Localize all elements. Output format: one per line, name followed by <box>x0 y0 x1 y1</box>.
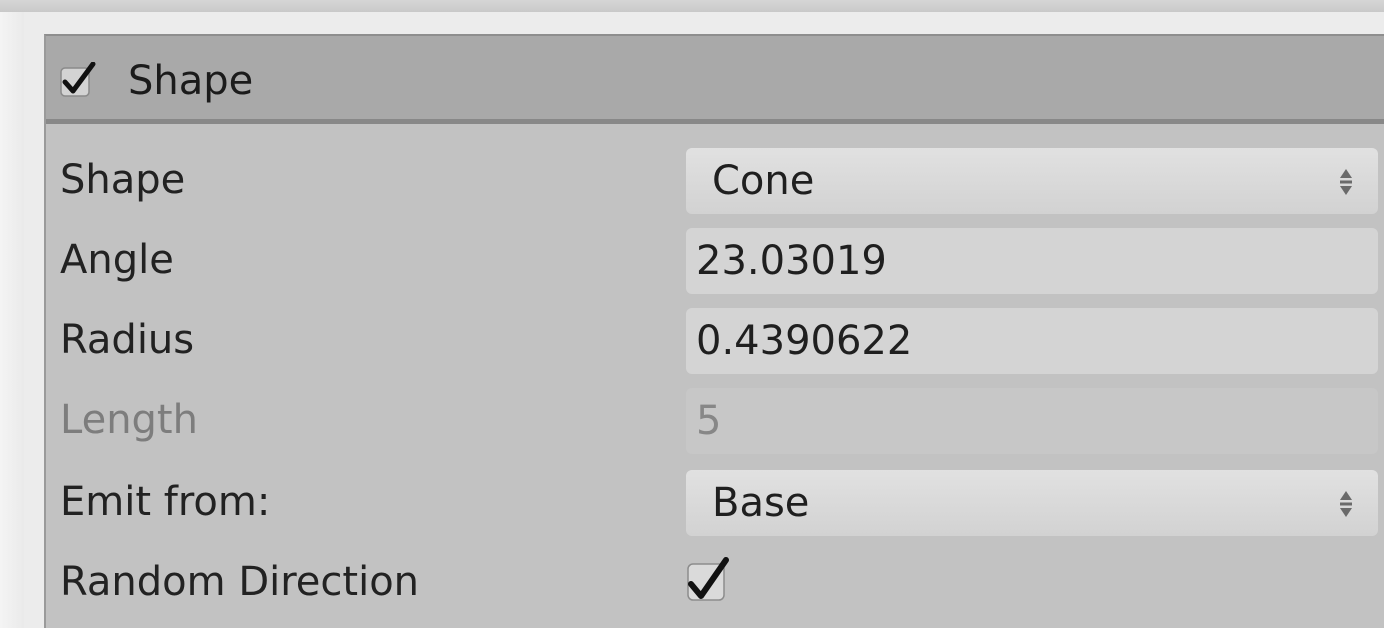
emit-from-row: Emit from: Base <box>46 462 1384 542</box>
module-header[interactable]: Shape <box>46 36 1384 124</box>
length-field: 5 <box>686 388 1378 454</box>
shape-dropdown-value: Cone <box>712 158 815 204</box>
radius-row: Radius 0.4390622 <box>46 300 1384 380</box>
window-left-margin <box>0 12 24 628</box>
angle-value: 23.03019 <box>696 238 887 284</box>
angle-row: Angle 23.03019 <box>46 220 1384 300</box>
angle-field[interactable]: 23.03019 <box>686 228 1378 294</box>
shape-label: Shape <box>60 157 186 203</box>
module-title: Shape <box>128 58 254 104</box>
up-down-arrows-icon <box>1340 169 1352 195</box>
window-top-edge <box>0 0 1384 12</box>
length-label: Length <box>60 397 198 443</box>
up-down-arrows-icon <box>1340 491 1352 517</box>
radius-field[interactable]: 0.4390622 <box>686 308 1378 374</box>
length-value: 5 <box>696 398 722 444</box>
random-direction-checkbox[interactable] <box>686 556 738 608</box>
radius-value: 0.4390622 <box>696 318 913 364</box>
module-enabled-checkmark-icon[interactable] <box>60 62 96 98</box>
random-direction-label: Random Direction <box>60 559 420 605</box>
shape-module-panel: Shape Shape Cone Angle 23.03019 Radius 0… <box>44 34 1384 628</box>
length-row: Length 5 <box>46 380 1384 460</box>
emit-from-label: Emit from: <box>60 479 271 525</box>
shape-dropdown[interactable]: Cone <box>686 148 1378 214</box>
emit-from-dropdown[interactable]: Base <box>686 470 1378 536</box>
emit-from-dropdown-value: Base <box>712 480 810 526</box>
shape-row: Shape Cone <box>46 140 1384 220</box>
random-direction-row: Random Direction <box>46 542 1384 622</box>
radius-label: Radius <box>60 317 195 363</box>
angle-label: Angle <box>60 237 174 283</box>
